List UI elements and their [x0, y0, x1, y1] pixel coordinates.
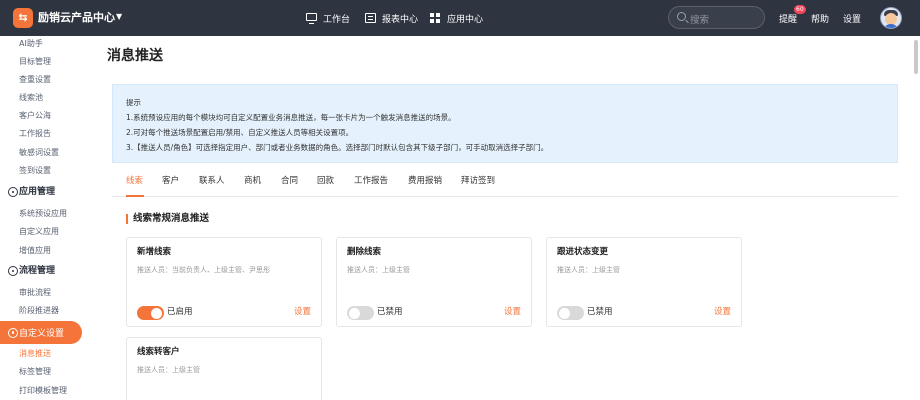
- card-recipients: 推送人员：当前负责人、上级主管、尹思彤: [137, 266, 270, 274]
- avatar[interactable]: [880, 7, 902, 29]
- app-logo-icon[interactable]: ⇆: [13, 8, 33, 28]
- tip-box: 提示 1.系统预设应用的每个模块均可自定义配置业务消息推送，每一张卡片为一个触发…: [112, 84, 898, 163]
- card-status: 已禁用: [587, 307, 613, 317]
- card-status: 已禁用: [377, 307, 403, 317]
- push-card-followup-status: 跟进状态变更 推送人员：上级主管 已禁用 设置: [546, 237, 742, 327]
- nav-report-center[interactable]: 报表中心: [365, 11, 418, 25]
- page-scrollbar[interactable]: [914, 40, 918, 74]
- tab-expense-claims[interactable]: 费用报销: [408, 175, 442, 187]
- section-marker: [126, 214, 128, 224]
- grid-icon: [430, 13, 441, 23]
- enable-toggle[interactable]: [137, 306, 164, 320]
- sidebar-group-custom-settings[interactable]: 自定义设置: [0, 321, 82, 344]
- sidebar-item-goal-management[interactable]: 目标管理: [19, 56, 51, 67]
- sidebar-group-label: 自定义设置: [19, 329, 65, 339]
- enable-toggle[interactable]: [557, 306, 584, 320]
- enable-toggle[interactable]: [347, 306, 374, 320]
- sidebar-item-ai-assistant[interactable]: AI助手: [19, 38, 43, 49]
- sidebar-group-label: 流程管理: [19, 266, 56, 276]
- top-bar: ⇆ 励销云产品中心 ▼ 工作台 报表中心 应用中心 搜索 提醒 60 帮助 设置: [0, 0, 920, 36]
- sidebar-item-lead-pool[interactable]: 线索池: [19, 92, 43, 103]
- tip-line: 3.【推送人员/角色】可选择指定用户、部门或者业务数据的角色。选择部门时默认包含…: [126, 143, 549, 152]
- sidebar-item-customer-pool[interactable]: 客户公海: [19, 110, 51, 121]
- push-card-lead-to-customer: 线索转客户 推送人员：上级主管: [126, 337, 322, 400]
- sidebar-item-tag-management[interactable]: 标签管理: [19, 366, 51, 377]
- tab-visit-checkin[interactable]: 拜访签到: [461, 175, 495, 187]
- tab-contacts[interactable]: 联系人: [199, 175, 225, 187]
- sidebar-item-custom-apps[interactable]: 自定义应用: [19, 226, 59, 237]
- search-placeholder: 搜索: [690, 15, 710, 26]
- tab-customers[interactable]: 客户: [162, 175, 179, 187]
- tip-heading: 提示: [126, 98, 141, 107]
- sidebar-item-approval-flow[interactable]: 审批流程: [19, 287, 51, 298]
- tip-line: 1.系统预设应用的每个模块均可自定义配置业务消息推送，每一张卡片为一个触发消息推…: [126, 113, 456, 122]
- sidebar-item-system-apps[interactable]: 系统预设应用: [19, 208, 67, 219]
- caret-down-icon[interactable]: ▼: [116, 12, 122, 21]
- tab-opportunities[interactable]: 商机: [244, 175, 261, 187]
- card-recipients: 推送人员：上级主管: [347, 266, 410, 274]
- app-title[interactable]: 励销云产品中心: [38, 10, 115, 26]
- page-title: 消息推送: [107, 48, 163, 64]
- tab-work-reports[interactable]: 工作报告: [354, 175, 388, 187]
- sidebar-item-dedupe-settings[interactable]: 查重设置: [19, 74, 51, 85]
- tab-contracts[interactable]: 合同: [281, 175, 298, 187]
- sidebar-item-work-report[interactable]: 工作报告: [19, 128, 51, 139]
- card-settings-link[interactable]: 设置: [294, 307, 311, 318]
- search-icon: [677, 12, 686, 21]
- sidebar-item-sensitive-words[interactable]: 敏感词设置: [19, 147, 59, 158]
- card-recipients: 推送人员：上级主管: [137, 366, 200, 374]
- nav-app-center[interactable]: 应用中心: [430, 11, 483, 25]
- push-card-delete-lead: 删除线索 推送人员：上级主管 已禁用 设置: [336, 237, 532, 327]
- card-settings-link[interactable]: 设置: [714, 307, 731, 318]
- module-tabs: 线索 客户 联系人 商机 合同 回款 工作报告 费用报销 拜访签到: [112, 172, 898, 197]
- push-card-new-lead: 新增线索 推送人员：当前负责人、上级主管、尹思彤 已启用 设置: [126, 237, 322, 327]
- card-recipients: 推送人员：上级主管: [557, 266, 620, 274]
- card-title: 跟进状态变更: [557, 247, 609, 257]
- gear-icon: [8, 187, 18, 197]
- card-title: 新增线索: [137, 247, 172, 257]
- nav-workbench[interactable]: 工作台: [306, 11, 350, 25]
- tab-payments[interactable]: 回款: [317, 175, 334, 187]
- card-settings-link[interactable]: 设置: [504, 307, 521, 318]
- section-title: 线索常规消息推送: [133, 213, 210, 224]
- active-tab-indicator: [126, 195, 144, 197]
- card-status: 已启用: [167, 307, 193, 317]
- tip-line: 2.可对每个推送场景配置启用/禁用、自定义推送人员等相关设置项。: [126, 128, 354, 137]
- sidebar-item-value-added-apps[interactable]: 增值应用: [19, 245, 51, 256]
- card-title: 线索转客户: [137, 347, 180, 357]
- gear-icon: [8, 327, 18, 338]
- remind-badge: 60: [794, 5, 806, 14]
- card-title: 删除线索: [347, 247, 382, 257]
- sidebar-item-message-push[interactable]: 消息推送: [19, 348, 51, 359]
- sidebar-group-label: 应用管理: [19, 187, 56, 197]
- sidebar-group-app-management[interactable]: 应用管理: [8, 186, 55, 198]
- tab-leads[interactable]: 线索: [126, 175, 143, 187]
- gear-icon: [8, 266, 18, 276]
- monitor-icon: [306, 13, 317, 24]
- help-link[interactable]: 帮助: [811, 12, 829, 25]
- settings-link[interactable]: 设置: [843, 12, 861, 25]
- search-input[interactable]: 搜索: [668, 6, 765, 29]
- remind-link[interactable]: 提醒: [779, 12, 797, 25]
- sidebar-item-checkin-settings[interactable]: 签到设置: [19, 165, 51, 176]
- sidebar-item-stage-pusher[interactable]: 阶段推进器: [19, 305, 59, 316]
- nav-label: 工作台: [323, 14, 351, 25]
- sidebar-item-print-templates[interactable]: 打印模板管理: [19, 385, 67, 396]
- report-icon: [365, 13, 376, 23]
- sidebar-group-flow-management[interactable]: 流程管理: [8, 265, 55, 277]
- nav-label: 报表中心: [382, 14, 419, 25]
- nav-label: 应用中心: [447, 14, 484, 25]
